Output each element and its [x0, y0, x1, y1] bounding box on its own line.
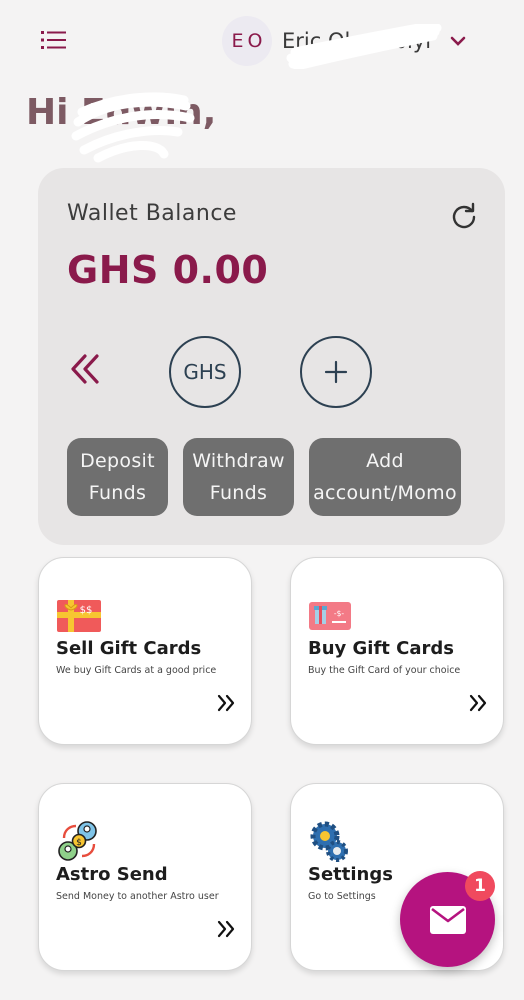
double-chevron-right-icon	[469, 694, 487, 712]
double-chevron-right-icon	[217, 694, 235, 712]
greeting: Hi Edwin,	[26, 92, 217, 133]
settings-title: Settings	[308, 864, 393, 885]
astro-send-title: Astro Send	[56, 864, 168, 885]
add-account-label-line2: account/Momo	[313, 482, 457, 504]
svg-text:$: $	[76, 838, 82, 848]
home-screen: EO Eric Oluwabiyi Hi Edwin, Wallet Balan…	[0, 0, 524, 1000]
deposit-label-line2: Funds	[88, 482, 147, 504]
deposit-funds-button[interactable]: Deposit Funds	[67, 438, 168, 516]
user-menu[interactable]: EO Eric Oluwabiyi	[222, 16, 467, 66]
plus-icon	[324, 360, 348, 384]
user-name: Eric Oluwabiyi	[282, 29, 432, 53]
add-wallet-button[interactable]	[300, 336, 372, 408]
deposit-label-line1: Deposit	[80, 450, 155, 472]
buy-gift-cards-desc: Buy the Gift Card of your choice	[308, 665, 461, 676]
currency-ghs-button[interactable]: GHS	[169, 336, 241, 408]
add-account-label-line1: Add	[366, 450, 404, 472]
notification-badge: 1	[465, 871, 495, 901]
refresh-icon	[452, 202, 476, 229]
astro-send-card[interactable]: $ Astro Send Send Money to another Astro…	[38, 783, 252, 971]
gift-card-dollar-icon: $$	[57, 600, 101, 632]
add-account-momo-button[interactable]: Add account/Momo	[309, 438, 461, 516]
wallet-balance: GHS 0.00	[67, 248, 269, 292]
sell-gift-cards-desc: We buy Gift Cards at a good price	[56, 665, 217, 676]
svg-text:-$-: -$-	[334, 609, 344, 618]
wallet-card: Wallet Balance GHS 0.00 GHS Deposit Fund…	[38, 168, 505, 545]
menu-button[interactable]	[40, 28, 68, 52]
double-chevron-right-icon	[217, 920, 235, 938]
buy-gift-cards-title: Buy Gift Cards	[308, 638, 455, 659]
svg-text:$$: $$	[80, 605, 93, 616]
buy-gift-cards-card[interactable]: -$- Buy Gift Cards Buy the Gift Card of …	[290, 557, 504, 745]
sell-gift-cards-title: Sell Gift Cards	[56, 638, 202, 659]
money-transfer-icon: $	[58, 821, 97, 861]
withdraw-label-line1: Withdraw	[192, 450, 285, 472]
mail-icon	[429, 905, 466, 934]
sell-gift-cards-card[interactable]: $$ Sell Gift Cards We buy Gift Cards at …	[38, 557, 252, 745]
avatar: EO	[222, 16, 272, 66]
astro-send-desc: Send Money to another Astro user	[56, 891, 219, 902]
menu-icon	[41, 31, 66, 49]
wallet-title: Wallet Balance	[67, 201, 237, 226]
gears-icon	[310, 821, 348, 862]
withdraw-label-line2: Funds	[209, 482, 268, 504]
withdraw-funds-button[interactable]: Withdraw Funds	[183, 438, 294, 516]
chevron-down-icon[interactable]	[449, 35, 467, 47]
previous-wallet-button[interactable]	[68, 352, 102, 386]
double-chevron-left-icon	[71, 354, 99, 384]
settings-desc: Go to Settings	[308, 891, 376, 902]
gift-card-icon: -$-	[309, 602, 351, 630]
refresh-button[interactable]	[450, 202, 478, 230]
